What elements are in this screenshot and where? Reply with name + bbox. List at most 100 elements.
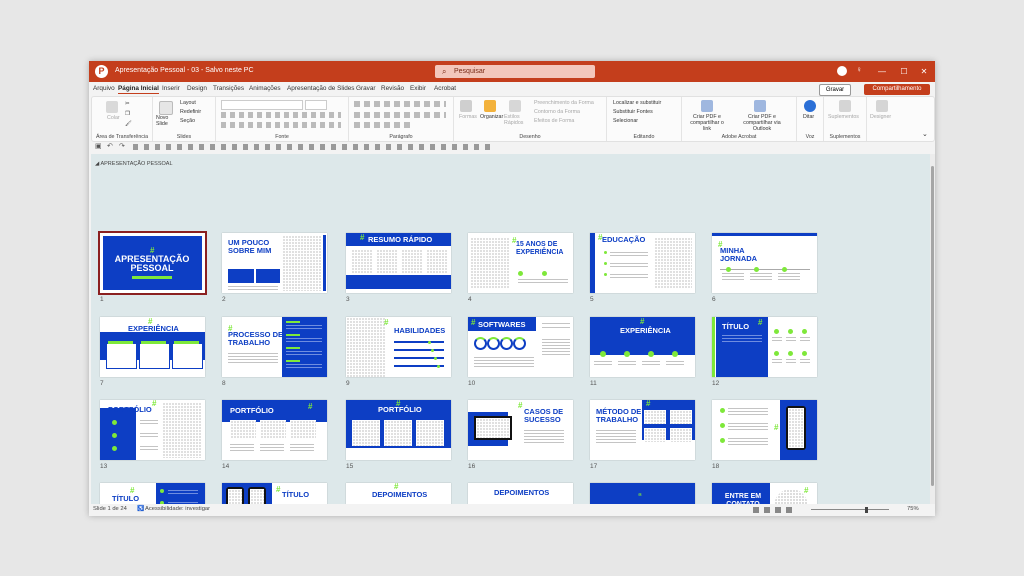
record-button[interactable]: Gravar (819, 84, 851, 96)
shape-fill-button[interactable]: Preenchimento da Forma (534, 100, 594, 106)
shapes-button[interactable]: Formas (459, 114, 477, 120)
create-pdf-link-button[interactable]: Criar PDF e compartilhar o link (686, 114, 728, 132)
tab-acrobat[interactable]: Acrobat (434, 85, 456, 92)
microphone-icon[interactable] (804, 100, 816, 112)
tab-pagina-inicial[interactable]: Página Inicial (118, 85, 159, 94)
cut-icon[interactable]: ✂ (125, 101, 129, 107)
tab-apresentacao[interactable]: Apresentação de Slides (287, 85, 355, 92)
slide-thumbnail-14[interactable]: PORTFÓLIO # (222, 400, 327, 460)
slide-thumbnail-18[interactable]: # (712, 400, 817, 460)
new-slide-icon[interactable] (159, 101, 173, 115)
close-button[interactable]: ✕ (913, 61, 935, 82)
align-buttons[interactable] (354, 112, 446, 118)
slide-thumbnail-5[interactable]: EDUCAÇÃO # (590, 233, 695, 293)
slide-thumbnail-16[interactable]: CASOS DE SUCESSO # (468, 400, 573, 460)
slide-thumbnail-6[interactable]: MINHA JORNADA # (712, 233, 817, 293)
text-line (228, 353, 278, 354)
replace-fonts-button[interactable]: Substituir Fontes (613, 109, 653, 115)
select-button[interactable]: Selecionar (613, 118, 638, 124)
font-family-select[interactable] (221, 100, 303, 110)
slide-thumbnail-13[interactable]: PORTFÓLIO # (100, 400, 205, 460)
hash-icon: # (758, 318, 763, 327)
slide-thumbnail-17[interactable]: MÉTODO DE TRABALHO # (590, 400, 695, 460)
accessibility-icon[interactable]: ♿ (137, 506, 144, 512)
zoom-slider[interactable] (811, 509, 889, 510)
designer-icon[interactable] (876, 100, 888, 112)
text-line (786, 359, 796, 360)
paste-button[interactable]: Colar (107, 115, 120, 121)
pdf-link-icon[interactable] (701, 100, 713, 112)
format-painter-icon[interactable]: 🖌 (125, 121, 132, 127)
reset-button[interactable]: Redefinir (180, 109, 201, 115)
view-buttons[interactable] (753, 507, 797, 513)
shape-effects-button[interactable]: Efeitos de Forma (534, 118, 574, 124)
font-color-buttons[interactable] (221, 122, 341, 128)
tab-exibir[interactable]: Exibir (410, 85, 426, 92)
designer-button[interactable]: Designer (870, 114, 891, 120)
shape-outline-button[interactable]: Contorno da Forma (534, 109, 580, 115)
minimize-button[interactable]: — (871, 61, 893, 82)
search-box[interactable]: ⌕ Pesquisar (435, 65, 595, 78)
font-size-select[interactable] (305, 100, 327, 110)
tab-design[interactable]: Design (187, 85, 207, 92)
paste-icon[interactable] (106, 101, 118, 113)
hash-icon: # (228, 324, 233, 333)
dictate-button[interactable]: Ditar (803, 114, 814, 120)
photo-placeholder (401, 249, 423, 273)
zoom-level[interactable]: 75% (907, 506, 919, 512)
timeline-dot (754, 267, 759, 272)
undo-icon[interactable]: ↶ (107, 142, 113, 150)
slide-thumbnail-2[interactable]: UM POUCO SOBRE MIM (222, 233, 327, 293)
tab-transicoes[interactable]: Transições (213, 85, 244, 92)
tab-inserir[interactable]: Inserir (162, 85, 180, 92)
slide-thumbnail-12[interactable]: TÍTULO # (712, 317, 817, 377)
zoom-slider-thumb[interactable] (865, 507, 868, 513)
document-title[interactable]: Apresentação Pessoal - 03 - Salvo neste … (115, 67, 254, 74)
card-title-bar (141, 341, 166, 344)
addins-button[interactable]: Suplementos (828, 114, 859, 120)
font-format-buttons[interactable] (221, 112, 341, 118)
lightbulb-icon[interactable]: ♀ (856, 65, 862, 74)
create-pdf-outlook-button[interactable]: Criar PDF e compartilhar via Outlook (734, 114, 790, 132)
slide-thumbnail-11[interactable]: EXPERIÊNCIA # (590, 317, 695, 377)
redo-icon[interactable]: ↷ (119, 142, 125, 150)
pdf-outlook-icon[interactable] (754, 100, 766, 112)
spacing-buttons[interactable] (354, 122, 414, 128)
save-icon[interactable]: ▣ (95, 142, 102, 150)
quick-access-commands[interactable] (133, 144, 493, 150)
tab-animacoes[interactable]: Animações (249, 85, 281, 92)
quick-styles-button[interactable]: Estilos Rápidos (504, 114, 528, 126)
tab-revisao[interactable]: Revisão (381, 85, 404, 92)
slide-thumbnail-9[interactable]: # HABILIDADES (346, 317, 451, 377)
layout-button[interactable]: Layout (180, 100, 196, 106)
vertical-scrollbar[interactable] (930, 154, 935, 504)
slide-thumbnail-4[interactable]: 15 ANOS DE EXPERIÊNCIA # (468, 233, 573, 293)
tab-gravar[interactable]: Gravar (356, 85, 376, 92)
avatar[interactable] (837, 66, 847, 76)
slide-title: PORTFÓLIO (108, 405, 152, 414)
new-slide-button[interactable]: Novo Slide (156, 115, 176, 127)
collapse-ribbon-icon[interactable]: ⌄ (922, 130, 928, 138)
scrollbar-thumb[interactable] (931, 166, 934, 486)
slide-thumbnail-8[interactable]: PROCESSO DE TRABALHO # (222, 317, 327, 377)
addins-icon[interactable] (839, 100, 851, 112)
accessibility-status[interactable]: Acessibilidade: investigar (145, 506, 210, 512)
arrange-icon[interactable] (484, 100, 496, 112)
slide-thumbnail-10[interactable]: SOFTWARES # (468, 317, 573, 377)
slide-thumbnail-3[interactable]: RESUMO RÁPIDO # (346, 233, 451, 293)
quick-styles-icon[interactable] (509, 100, 521, 112)
find-replace-button[interactable]: Localizar e substituir (613, 100, 661, 106)
section-button[interactable]: Seção (180, 118, 195, 124)
arrange-button[interactable]: Organizar (480, 114, 503, 120)
shapes-icon[interactable] (460, 100, 472, 112)
section-header[interactable]: ◢ APRESENTAÇÃO PESSOAL (95, 161, 173, 167)
text-line (542, 348, 570, 349)
list-buttons[interactable] (354, 101, 446, 107)
slide-thumbnail-1[interactable]: # APRESENTAÇÃO PESSOAL (98, 231, 207, 295)
slide-thumbnail-15[interactable]: PORTFÓLIO # (346, 400, 451, 460)
slide-thumbnail-7[interactable]: EXPERIÊNCIA # (100, 317, 205, 377)
share-button[interactable]: Compartilhamento (864, 84, 930, 95)
tab-arquivo[interactable]: Arquivo (93, 85, 115, 92)
copy-icon[interactable]: ❐ (125, 111, 130, 117)
maximize-button[interactable]: ☐ (893, 61, 915, 82)
